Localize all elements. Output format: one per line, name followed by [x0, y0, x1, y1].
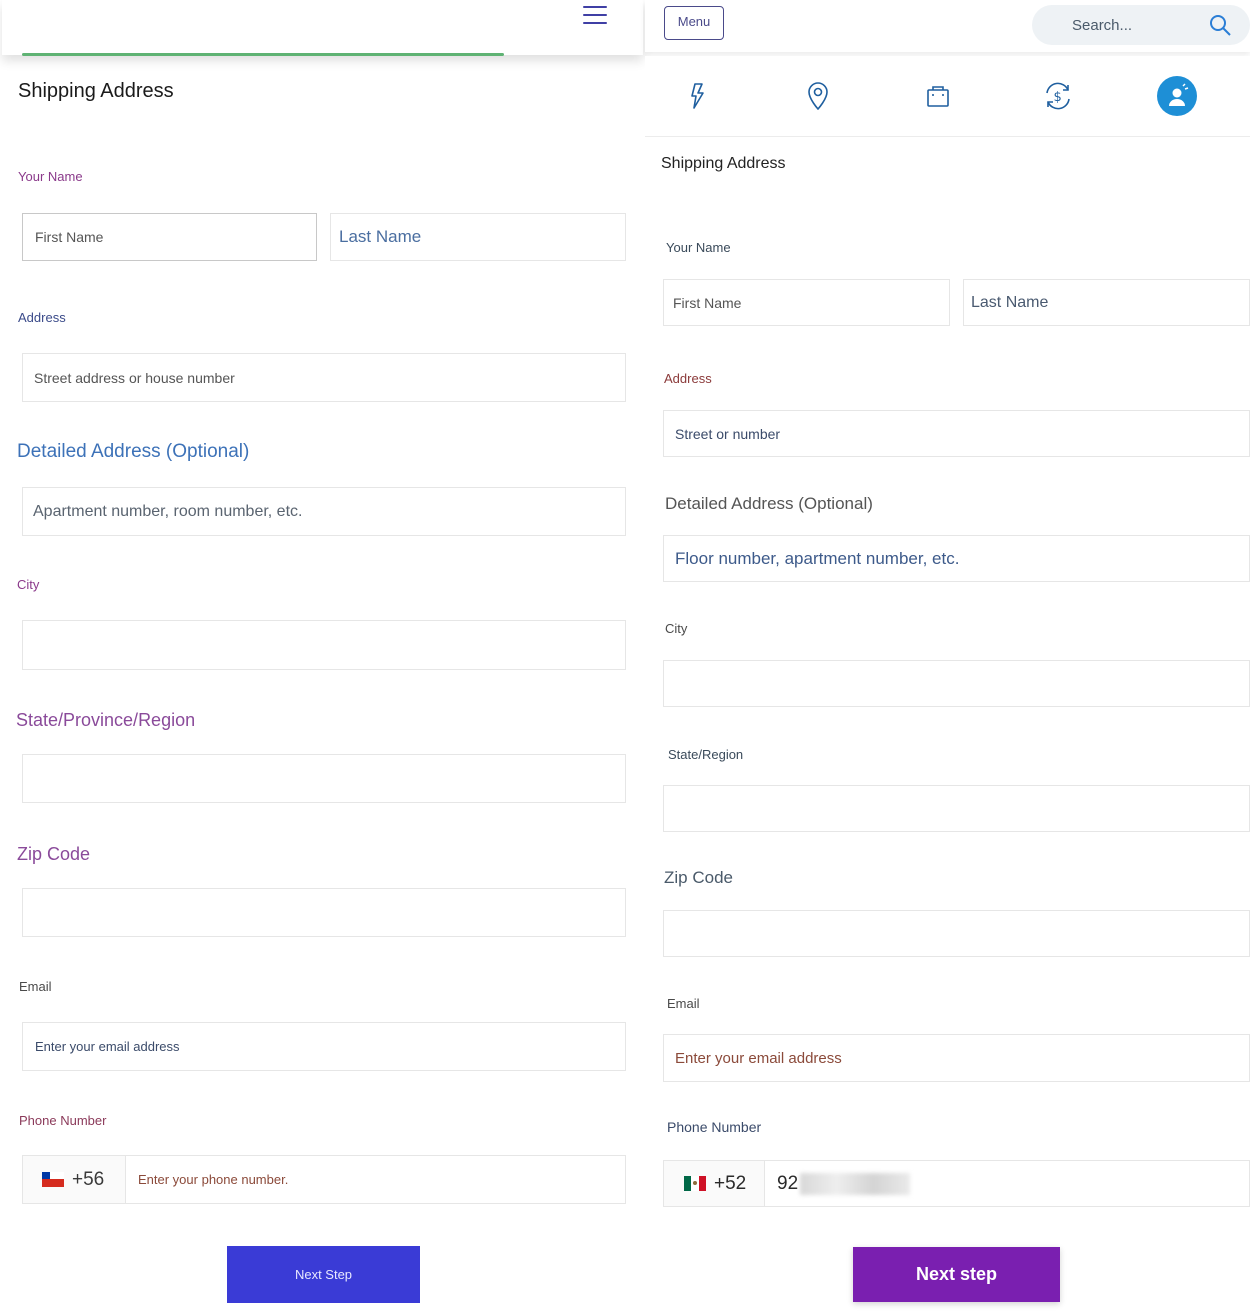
detailed-address-input[interactable]: Apartment number, room number, etc. [22, 487, 626, 536]
next-step-button[interactable]: Next step [853, 1247, 1060, 1302]
blurred-phone-digits [800, 1172, 911, 1195]
phone-label: Phone Number [19, 1113, 107, 1128]
state-label: State/Province/Region [16, 710, 196, 730]
email-input[interactable]: Enter your email address [22, 1022, 626, 1071]
chile-flag-icon [42, 1172, 64, 1187]
menu-button[interactable]: Menu [664, 6, 724, 40]
category-icon-bar: $ [645, 56, 1250, 137]
email-label: Email [19, 979, 52, 994]
email-input[interactable]: Enter your email address [663, 1034, 1250, 1082]
country-code-value: +56 [72, 1168, 105, 1190]
next-step-button[interactable]: Next Step [227, 1246, 420, 1303]
address-label: Address [664, 371, 712, 386]
page-title: Shipping Address [661, 155, 786, 172]
phone-label: Phone Number [667, 1119, 762, 1135]
detailed-address-label: Detailed Address (Optional) [665, 494, 873, 513]
first-name-input[interactable]: First Name [663, 279, 950, 326]
mexico-flag-icon [684, 1176, 706, 1191]
state-label: State/Region [668, 747, 744, 762]
city-input[interactable] [663, 660, 1250, 707]
address-label: Address [18, 310, 66, 325]
shopping-bag-icon[interactable] [918, 76, 958, 116]
right-shipping-form: Menu Search... $ Shipping Address Your N… [645, 0, 1250, 1315]
svg-text:$: $ [1054, 90, 1062, 105]
country-code-value: +52 [714, 1172, 747, 1194]
your-name-label: Your Name [666, 240, 731, 255]
account-icon[interactable] [1157, 76, 1197, 116]
left-header [2, 0, 643, 55]
phone-input[interactable]: Enter your phone number. [138, 1156, 288, 1203]
zip-code-label: Zip Code [664, 868, 733, 887]
city-label: City [665, 621, 688, 636]
search-placeholder: Search... [1072, 16, 1133, 34]
last-name-input[interactable]: Last Name [330, 213, 626, 261]
city-input[interactable] [22, 620, 626, 670]
phone-field: +56 Enter your phone number. [22, 1155, 626, 1204]
phone-value: 92 [777, 1172, 799, 1194]
location-pin-icon[interactable] [798, 76, 838, 116]
first-name-input[interactable]: First Name [22, 213, 317, 261]
zip-code-input[interactable] [22, 888, 626, 937]
zip-code-label: Zip Code [17, 844, 91, 864]
phone-field: +52 92 [663, 1160, 1250, 1207]
country-code-selector[interactable]: +56 [23, 1156, 126, 1203]
detailed-address-label: Detailed Address (Optional) [17, 441, 250, 462]
flash-icon[interactable] [678, 76, 718, 116]
zip-code-input[interactable] [663, 910, 1250, 957]
state-input[interactable] [22, 754, 626, 803]
currency-exchange-icon[interactable]: $ [1038, 76, 1078, 116]
page-title: Shipping Address [18, 80, 174, 102]
left-shipping-form: Shipping Address Your Name First Name La… [0, 0, 645, 1315]
your-name-label: Your Name [18, 169, 83, 184]
phone-input[interactable]: 92 [777, 1161, 911, 1206]
city-label: City [17, 577, 40, 592]
email-label: Email [667, 996, 700, 1011]
last-name-input[interactable]: Last Name [963, 279, 1250, 326]
country-code-selector[interactable]: +52 [664, 1161, 765, 1206]
hamburger-menu-icon[interactable] [583, 6, 607, 26]
detailed-address-input[interactable]: Floor number, apartment number, etc. [663, 535, 1250, 582]
street-address-input[interactable]: Street or number [663, 410, 1250, 457]
search-input[interactable]: Search... [1032, 5, 1250, 45]
street-address-input[interactable]: Street address or house number [22, 353, 626, 402]
state-input[interactable] [663, 785, 1250, 832]
search-icon[interactable] [1208, 13, 1232, 37]
progress-bar [22, 53, 504, 56]
